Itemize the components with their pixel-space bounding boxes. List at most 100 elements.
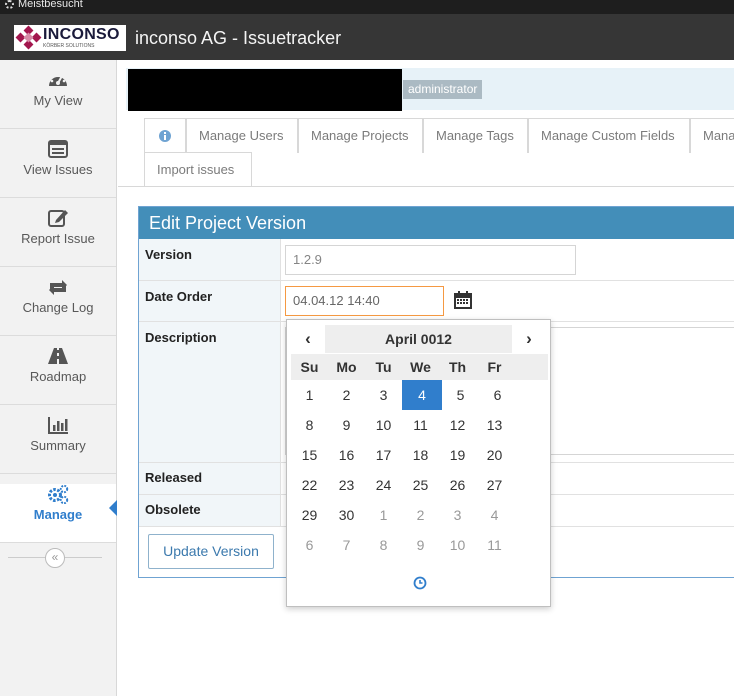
version-label: Version — [139, 239, 281, 280]
edit-icon — [48, 210, 68, 227]
calendar-week: 293012345 — [291, 500, 548, 530]
calendar-day[interactable]: 26 — [439, 470, 476, 500]
calendar-day-other-month[interactable]: 3 — [439, 500, 476, 530]
logo-subtext: KÖRBER SOLUTIONS — [43, 43, 95, 49]
calendar-day-other-month[interactable]: 4 — [476, 500, 513, 530]
calendar-day[interactable]: 25 — [402, 470, 439, 500]
retweet-icon — [49, 280, 67, 295]
calendar-day-other-month[interactable]: 8 — [365, 530, 402, 560]
sidebar-item-my-view[interactable]: My View — [0, 70, 116, 129]
bar-chart-icon — [48, 417, 68, 434]
tab-manage-projects[interactable]: Manage Projects — [298, 118, 423, 153]
calendar-day[interactable]: 5 — [442, 380, 479, 410]
description-label: Description — [139, 322, 281, 462]
sidebar-item-label: Summary — [30, 438, 86, 453]
prev-month-button[interactable]: ‹ — [291, 325, 325, 353]
calendar-day[interactable]: 17 — [365, 440, 402, 470]
month-switch[interactable]: April 0012 — [325, 325, 512, 353]
tab-import-issues[interactable]: Import issues — [144, 152, 252, 187]
info-icon — [159, 130, 171, 142]
panel-title: Edit Project Version — [139, 207, 734, 239]
dashboard-icon — [49, 74, 67, 86]
calendar-day-other-month[interactable]: 2 — [402, 500, 439, 530]
calendar-day-other-month[interactable]: 11 — [476, 530, 513, 560]
redacted-username — [128, 69, 402, 111]
calendar-day[interactable]: 23 — [328, 470, 365, 500]
sidebar-item-view-issues[interactable]: View Issues — [0, 139, 116, 198]
weekday-header: SuMoTuWeThFrSa — [291, 354, 548, 380]
sidebar-item-label: Manage — [33, 507, 83, 522]
list-icon — [48, 140, 68, 158]
calendar-day[interactable]: 27 — [476, 470, 513, 500]
calendar-week: 15161718192021 — [291, 440, 548, 470]
version-row: Version 1.2.9 — [139, 239, 734, 281]
calendar-day[interactable]: 30 — [328, 500, 365, 530]
user-info-bar: administrator — [118, 60, 734, 120]
calendar-week: 1234567 — [291, 380, 548, 410]
sidebar-item-manage[interactable]: Manage — [0, 484, 117, 543]
calendar-day[interactable]: 16 — [328, 440, 365, 470]
sidebar-collapse: « — [0, 543, 116, 573]
date-order-input[interactable]: 04.04.12 14:40 — [285, 286, 444, 316]
calendar-day[interactable]: 15 — [291, 440, 328, 470]
collapse-sidebar-button[interactable]: « — [45, 548, 65, 568]
gears-icon — [48, 484, 69, 504]
logo-text: INCONSO — [43, 26, 120, 43]
sidebar-item-summary[interactable]: Summary — [0, 415, 116, 474]
sidebar-item-roadmap[interactable]: Roadmap — [0, 346, 116, 405]
tab-info[interactable] — [144, 118, 186, 153]
calendar-day[interactable]: 3 — [365, 380, 402, 410]
calendar-day-other-month[interactable]: 1 — [365, 500, 402, 530]
sidebar-item-label: View Issues — [23, 162, 93, 177]
next-month-button[interactable]: › — [512, 325, 546, 353]
app-title: inconso AG - Issuetracker — [135, 28, 342, 48]
manage-tabs: Manage Users Manage Projects Manage Tags… — [144, 118, 734, 187]
role-badge: administrator — [403, 80, 483, 99]
sidebar-item-label: Roadmap — [29, 369, 87, 384]
bookmark-meistbesucht[interactable]: Meistbesucht — [18, 0, 83, 10]
tab-manage-custom-fields[interactable]: Manage Custom Fields — [528, 118, 690, 153]
sidebar-item-change-log[interactable]: Change Log — [0, 277, 116, 336]
calendar-day[interactable]: 22 — [291, 470, 328, 500]
calendar-day[interactable]: 29 — [291, 500, 328, 530]
weekday-we: We — [410, 359, 431, 375]
datepicker-popup: ‹ April 0012 › SuMoTuWeThFrSa12345678910… — [286, 319, 551, 607]
calendar-day[interactable]: 4 — [402, 380, 442, 410]
tab-manage-tags[interactable]: Manage Tags — [423, 118, 528, 153]
calendar-day[interactable]: 9 — [328, 410, 365, 440]
calendar-day-other-month[interactable]: 6 — [291, 530, 328, 560]
calendar-day-other-month[interactable]: 10 — [439, 530, 476, 560]
sidebar: My View View Issues Report Issue Change … — [0, 60, 117, 696]
calendar-day[interactable]: 6 — [479, 380, 516, 410]
date-order-label: Date Order — [139, 281, 281, 321]
browser-bookmarks-bar: Meistbesucht — [0, 0, 734, 14]
version-input[interactable]: 1.2.9 — [285, 245, 576, 275]
calendar-day[interactable]: 12 — [439, 410, 476, 440]
calendar-week: 22232425262728 — [291, 470, 548, 500]
calendar-day[interactable]: 19 — [439, 440, 476, 470]
calendar-grid: SuMoTuWeThFrSa12345678910111213141516171… — [291, 354, 548, 560]
calendar-day[interactable]: 2 — [328, 380, 365, 410]
calendar-icon[interactable] — [453, 290, 473, 310]
weekday-tu: Tu — [375, 359, 392, 375]
calendar-week: 6789101112 — [291, 530, 548, 560]
update-version-button[interactable]: Update Version — [148, 534, 274, 569]
calendar-day[interactable]: 10 — [365, 410, 402, 440]
calendar-day-other-month[interactable]: 7 — [328, 530, 365, 560]
gear-icon — [5, 0, 14, 9]
calendar-day[interactable]: 20 — [476, 440, 513, 470]
calendar-day[interactable]: 8 — [291, 410, 328, 440]
calendar-day-other-month[interactable]: 9 — [402, 530, 439, 560]
calendar-day[interactable]: 13 — [476, 410, 513, 440]
tab-manage-users[interactable]: Manage Users — [186, 118, 298, 153]
calendar-day[interactable]: 1 — [291, 380, 328, 410]
tab-manage-more[interactable]: Mana — [690, 118, 734, 153]
calendar-day[interactable]: 11 — [402, 410, 439, 440]
sidebar-item-label: Report Issue — [21, 231, 95, 246]
sidebar-item-report-issue[interactable]: Report Issue — [0, 208, 116, 267]
clock-icon[interactable] — [413, 576, 427, 590]
inconso-logo[interactable]: INCONSO KÖRBER SOLUTIONS — [14, 25, 126, 51]
calendar-day[interactable]: 18 — [402, 440, 439, 470]
calendar-day[interactable]: 24 — [365, 470, 402, 500]
sidebar-item-label: My View — [33, 93, 83, 108]
